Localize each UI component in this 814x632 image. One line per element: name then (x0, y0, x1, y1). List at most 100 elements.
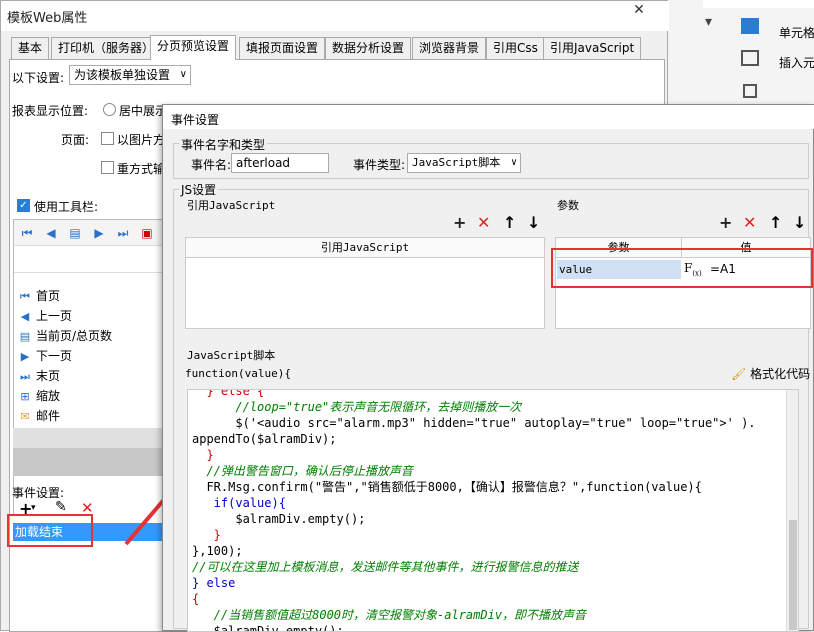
name-type-group-label: 事件名字和类型 (179, 136, 268, 153)
toolbar-item-zoom[interactable]: ⊞ 缩放 (18, 387, 158, 406)
toolbar-item-page-count[interactable]: ▤ 当前页/总页数 (18, 327, 158, 346)
move-down-icon[interactable]: ↓ (793, 215, 806, 231)
frame-icon[interactable] (743, 84, 757, 98)
pdf-icon[interactable]: ▣ (138, 224, 156, 242)
toolbar-preview: ⏮ ◀ ▤ ▶ ⏭ ▣ (14, 220, 164, 246)
tab-form-page[interactable]: 填报页面设置 (239, 37, 326, 59)
params-label: 参数 (557, 199, 579, 212)
last-page-icon[interactable]: ⏭ (114, 224, 132, 242)
next-page-icon: ▶ (20, 350, 30, 363)
toolbar-item-label: 下一页 (36, 349, 73, 363)
background-app: ▾ 单元格 插入元 (662, 0, 814, 120)
code-line: } else { (192, 389, 265, 398)
ref-js-table: 引用JavaScript (185, 237, 545, 329)
highlight-box (551, 248, 813, 288)
toolbar-item-label: 首页 (36, 289, 61, 303)
format-code-label: 格式化代码 (750, 367, 811, 381)
scrollbar-thumb[interactable] (789, 520, 797, 630)
ref-js-header: 引用JavaScript (186, 238, 544, 258)
event-settings-dialog: 事件设置 事件名字和类型 事件名: afterload 事件类型: JavaSc… (162, 104, 814, 632)
move-up-icon[interactable]: ↑ (503, 215, 516, 231)
ref-js-label: 引用JavaScript (187, 199, 276, 212)
code-line: } (192, 528, 221, 542)
tab-basic[interactable]: 基本 (11, 37, 50, 59)
image-mode-checkbox[interactable] (101, 132, 114, 145)
highlight-box (7, 514, 93, 547)
center-radio-label: 居中展示 (119, 104, 168, 118)
bg-label-cell: 单元格 (779, 26, 814, 40)
event-type-label: 事件类型: (353, 158, 406, 172)
bg-label-insert: 插入元 (779, 56, 814, 70)
bg-close-area (703, 0, 814, 8)
divider (14, 272, 164, 273)
tab-printer[interactable]: 打印机（服务器） (51, 37, 162, 59)
chevron-down-icon[interactable]: ▾ (31, 503, 36, 513)
next-page-icon[interactable]: ▶ (90, 224, 108, 242)
format-code-button[interactable]: 🖌 格式化代码 (731, 365, 810, 382)
delete-param-icon[interactable]: ✕ (743, 215, 756, 231)
settings-select[interactable]: 为该模板单独设置 ∨ (69, 65, 191, 85)
event-type-select[interactable]: JavaScript脚本 ∨ (407, 153, 521, 173)
prev-page-icon[interactable]: ◀ (42, 224, 60, 242)
code-line: $('<audio src="alarm.mp3" hidden="true" … (192, 416, 756, 430)
add-param-icon[interactable]: + (719, 215, 732, 231)
toolbar-item-label: 缩放 (36, 389, 61, 403)
script-label: JavaScript脚本 (187, 349, 276, 362)
scrollbar[interactable] (786, 390, 798, 631)
use-toolbar-checkbox[interactable]: ✓ (17, 199, 30, 212)
prev-page-icon: ◀ (20, 310, 30, 323)
tab-data-analysis[interactable]: 数据分析设置 (325, 37, 412, 59)
first-page-icon[interactable]: ⏮ (18, 224, 36, 242)
toolbar-item-label: 末页 (36, 369, 61, 383)
center-radio[interactable] (103, 103, 116, 116)
toolbar-item-first[interactable]: ⏮ 首页 (18, 287, 158, 306)
brush-icon: 🖌 (731, 367, 747, 381)
event-name-input[interactable]: afterload (231, 153, 329, 173)
chevron-down-icon: ∨ (510, 157, 517, 168)
code-line: },100); (192, 544, 243, 558)
repeat-mode-checkbox[interactable] (101, 161, 114, 174)
last-page-icon: ⏭ (20, 370, 30, 383)
tab-pagination-preview[interactable]: 分页预览设置 (150, 35, 237, 60)
report-position-label: 报表显示位置: (12, 104, 89, 118)
toolbar-item-last[interactable]: ⏭ 末页 (18, 367, 158, 386)
event-dialog-title: 事件设置 (171, 113, 220, 127)
delete-ref-icon[interactable]: ✕ (477, 215, 490, 231)
tab-strip: 基本 打印机（服务器） 分页预览设置 填报页面设置 数据分析设置 浏览器背景 引… (9, 35, 669, 60)
code-line: appendTo($alramDiv); (192, 432, 337, 446)
move-up-icon[interactable]: ↑ (769, 215, 782, 231)
event-dialog-titlebar: 事件设置 (163, 105, 814, 129)
toolbar-item-next[interactable]: ▶ 下一页 (18, 347, 158, 366)
toolbar-item-mail[interactable]: ✉ 邮件 (18, 407, 158, 426)
zoom-icon: ⊞ (20, 390, 30, 403)
js-settings-group-label: JS设置 (179, 181, 219, 198)
page-count-icon: ▤ (19, 330, 31, 343)
close-button[interactable]: ✕ (613, 1, 665, 21)
page-count-icon[interactable]: ▤ (66, 224, 84, 242)
bg-dropdown-icon[interactable]: ▾ (705, 14, 712, 30)
code-line: $alramDiv.empty(); (192, 512, 366, 526)
add-ref-icon[interactable]: + (453, 215, 466, 231)
toolbar-item-prev[interactable]: ◀ 上一页 (18, 307, 158, 326)
toolbar-item-label: 邮件 (36, 409, 61, 423)
tab-browser-background[interactable]: 浏览器背景 (412, 37, 487, 59)
grid-icon[interactable] (741, 18, 759, 34)
table-icon[interactable] (741, 50, 759, 66)
code-line: { (192, 592, 200, 606)
toolbar-item-label: 当前页/总页数 (36, 329, 113, 343)
title-bar: 模板Web属性 ✕ (1, 1, 669, 31)
move-down-icon[interactable]: ↓ (527, 215, 540, 231)
tab-css[interactable]: 引用Css (486, 37, 545, 59)
tab-javascript[interactable]: 引用JavaScript (543, 37, 642, 59)
repeat-mode-label: 重方式输 (117, 162, 166, 176)
function-signature: function(value){ (185, 367, 291, 380)
code-line: } else (192, 576, 236, 590)
code-line: //loop="true"表示声音无限循环，去掉则播放一次 (192, 400, 522, 414)
use-toolbar-label: 使用工具栏: (34, 200, 99, 214)
settings-label: 以下设置: (12, 71, 65, 85)
code-editor[interactable]: } else { //loop="true"表示声音无限循环，去掉则播放一次 $… (187, 389, 799, 632)
event-type-value: JavaScript脚本 (412, 156, 501, 169)
edit-icon[interactable]: ✎ (55, 499, 67, 515)
code-line: //弹出警告窗口，确认后停止播放声音 (192, 464, 413, 478)
panel-spacer (13, 428, 163, 448)
